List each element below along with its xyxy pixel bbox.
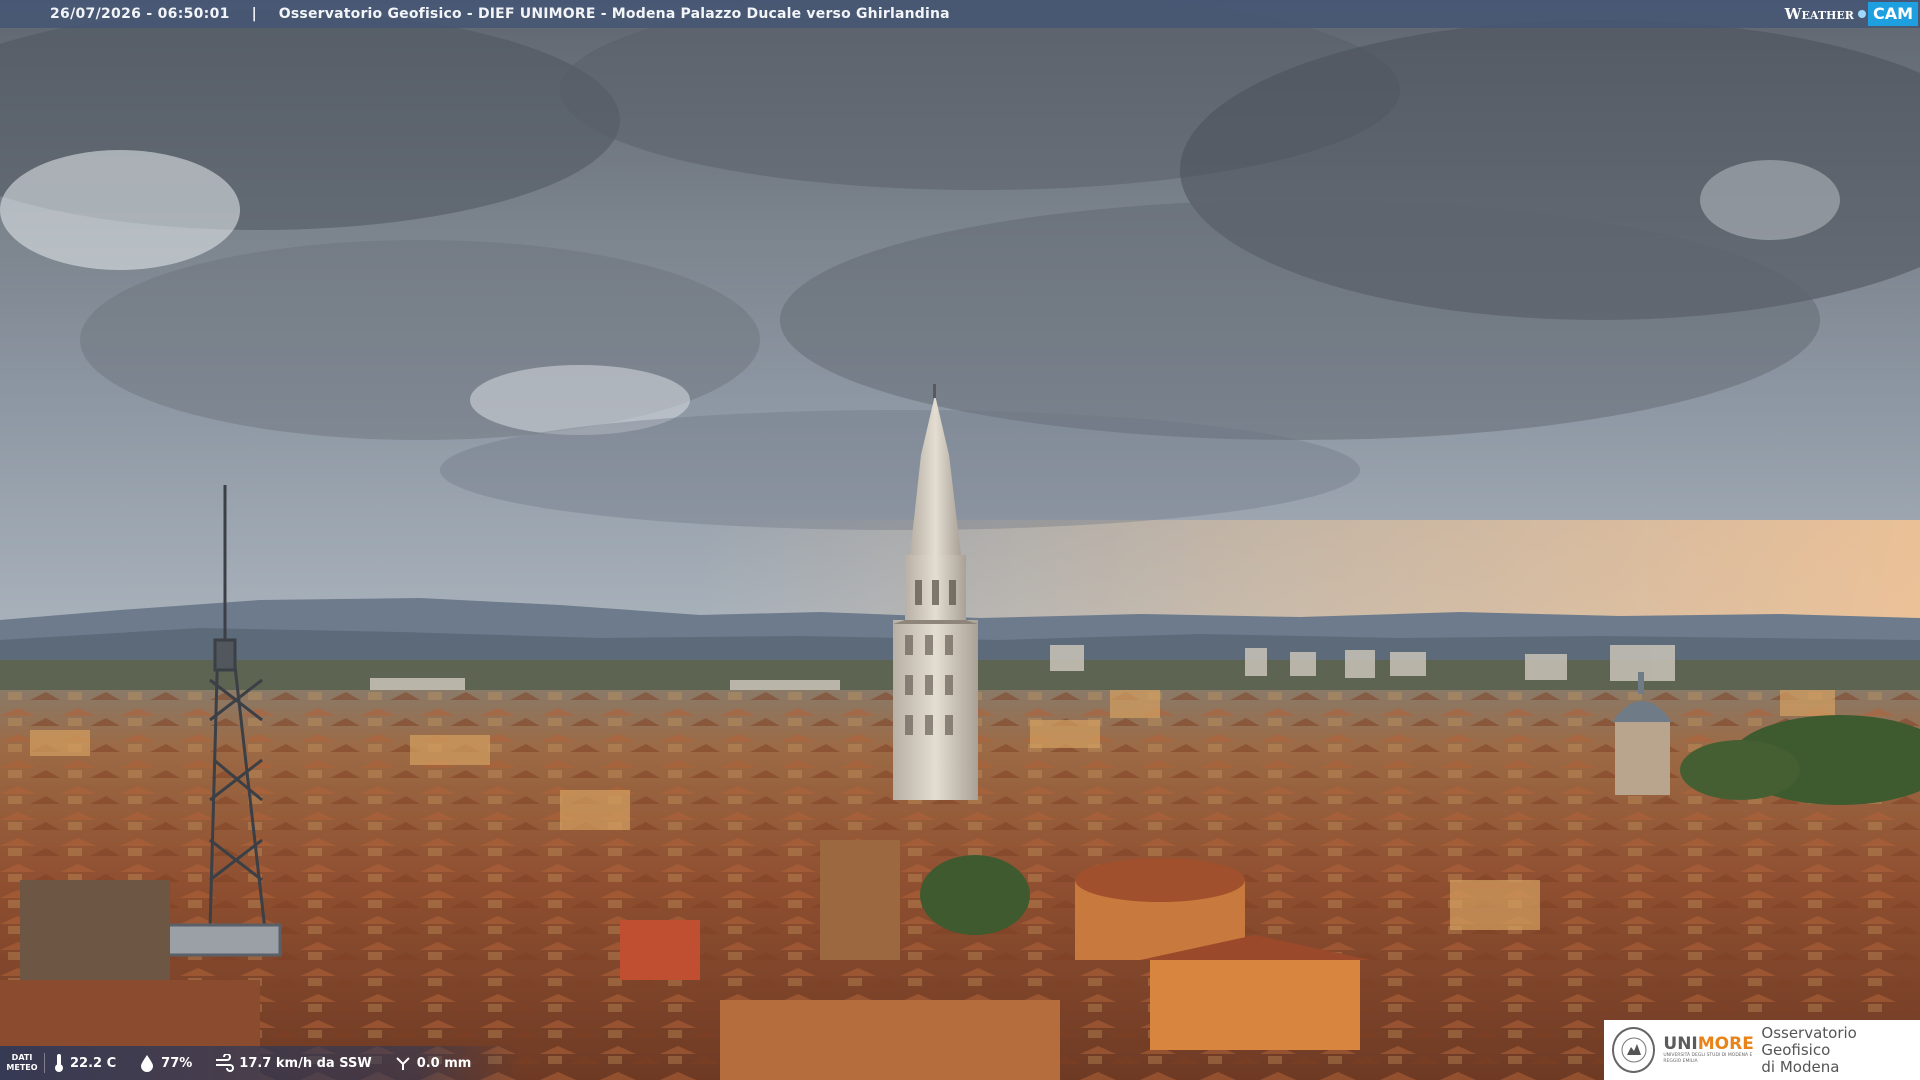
- meteo-label-line2: METEO: [6, 1063, 38, 1072]
- uni-suffix: MORE: [1697, 1034, 1754, 1054]
- wind-reading: 17.7 km/h da SSW: [214, 1054, 372, 1072]
- brand-word: Weather: [1784, 5, 1854, 23]
- uni-subtitle: UNIVERSITÀ DEGLI STUDI DI MODENA E REGGI…: [1663, 1053, 1753, 1064]
- brand-cam: CAM: [1867, 2, 1918, 26]
- observatory-line1: Osservatorio Geofisico: [1761, 1023, 1857, 1059]
- rain-reading: 0.0 mm: [394, 1054, 472, 1072]
- wind-value: 17.7 km/h da SSW: [239, 1055, 372, 1071]
- observatory-logo-card: UNIMORE UNIVERSITÀ DEGLI STUDI DI MODENA…: [1604, 1020, 1920, 1080]
- weather-data-strip: DATI METEO 22.2 C 77% 17.7 km/h da SSW 0…: [0, 1046, 520, 1080]
- observatory-line2: di Modena: [1761, 1057, 1840, 1076]
- observatory-name: Osservatorio Geofisico di Modena: [1761, 1023, 1920, 1076]
- rain-value: 0.0 mm: [416, 1055, 472, 1071]
- rain-gauge-icon: [395, 1057, 410, 1070]
- temperature-value: 22.2 C: [70, 1055, 117, 1071]
- temperature-reading: 22.2 C: [53, 1053, 116, 1073]
- unimore-wordmark: UNIMORE UNIVERSITÀ DEGLI STUDI DI MODENA…: [1663, 1035, 1753, 1065]
- webcam-scene: [0, 0, 1920, 1080]
- uni-prefix: UNI: [1663, 1034, 1698, 1054]
- caption-separator: |: [251, 6, 257, 22]
- humidity-reading: 77%: [138, 1054, 192, 1072]
- timestamp: 26/07/2026 - 06:50:01: [50, 6, 230, 22]
- wind-icon: [216, 1054, 235, 1072]
- unimore-seal-icon: [1612, 1027, 1656, 1073]
- caption-bar: 26/07/2026 - 06:50:01 | Osservatorio Geo…: [0, 0, 1920, 28]
- meteo-label-line1: DATI: [11, 1053, 33, 1062]
- weathercam-logo: Weather CAM: [1785, 0, 1920, 28]
- meteo-label: DATI METEO: [0, 1053, 45, 1073]
- humidity-value: 77%: [161, 1055, 193, 1071]
- brand-dot-icon: [1857, 10, 1866, 18]
- location-caption: Osservatorio Geofisico - DIEF UNIMORE - …: [278, 6, 950, 22]
- thermometer-icon: [55, 1054, 63, 1072]
- humidity-drop-icon: [141, 1055, 154, 1072]
